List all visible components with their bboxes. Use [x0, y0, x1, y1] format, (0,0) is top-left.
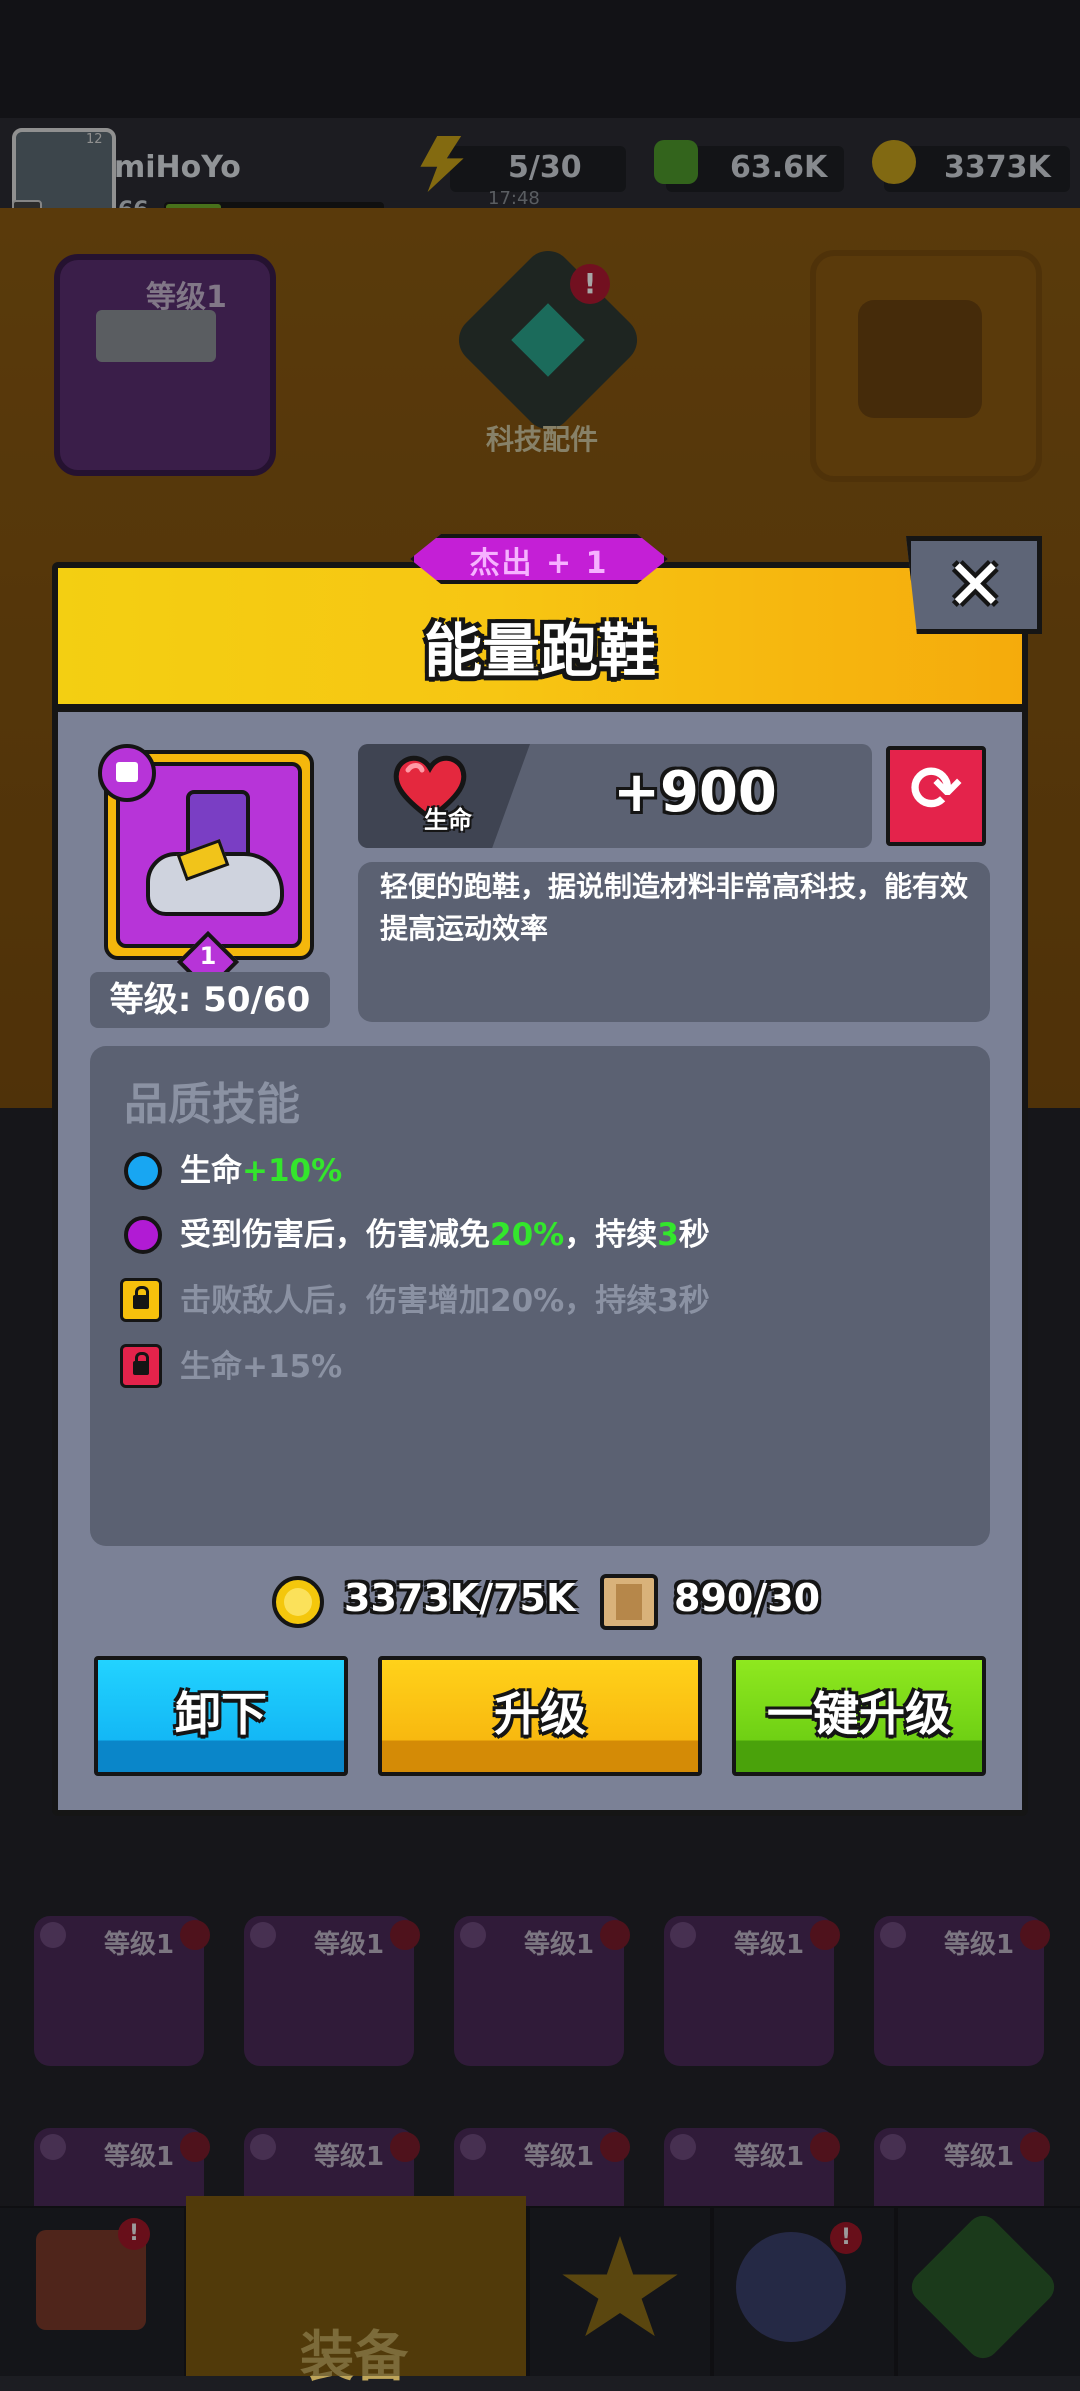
skill-row: 生命+10%: [180, 1146, 342, 1196]
skill-row: 受到伤害后，伤害减免20%，持续3秒: [180, 1210, 710, 1260]
main-stat-value: +900: [613, 760, 777, 825]
divider: [58, 704, 1022, 712]
lock-icon: [120, 1344, 162, 1388]
skill-text: ，持续: [564, 1217, 658, 1253]
scroll-icon-inner: [616, 1584, 642, 1620]
skill-value: 20%: [490, 1217, 565, 1253]
upgrade-button[interactable]: 升级: [378, 1656, 702, 1776]
item-description: 轻便的跑鞋，据说制造材料非常高科技，能有效提高运动效率: [380, 870, 969, 945]
quick-upgrade-button[interactable]: 一键升级: [732, 1656, 986, 1776]
skill-text: 秒: [678, 1217, 710, 1253]
skill-active-dot-icon: [124, 1216, 162, 1254]
refresh-icon[interactable]: ⟳: [886, 752, 986, 825]
coin-cost: 3373K/75K: [344, 1576, 576, 1620]
main-stat-name: 生命: [424, 806, 472, 834]
coin-icon-inner: [284, 1588, 312, 1616]
skill-active-dot-icon: [124, 1152, 162, 1190]
unequip-button[interactable]: 卸下: [94, 1656, 348, 1776]
skill-value: +10%: [242, 1153, 343, 1189]
skill-text: 生命: [180, 1153, 242, 1189]
lock-icon: [120, 1278, 162, 1322]
skill-text: 受到伤害后，伤害减免: [180, 1217, 490, 1253]
skill-value: 3: [657, 1217, 679, 1253]
item-level: 等级: 50/60: [90, 972, 330, 1028]
star-rank-count: 1: [199, 942, 217, 970]
boot-glyph-icon: [116, 762, 138, 782]
rarity-label: 杰出 + 1: [469, 546, 609, 581]
skill-row-locked: 击败敌人后，伤害增加20%，持续3秒: [180, 1283, 710, 1319]
quality-skills-title: 品质技能: [124, 1079, 300, 1130]
skill-row-locked: 生命+15%: [180, 1349, 343, 1385]
close-icon[interactable]: ✕: [946, 544, 1005, 626]
scroll-cost: 890/30: [674, 1576, 821, 1620]
item-title: 能量跑鞋: [423, 617, 656, 685]
